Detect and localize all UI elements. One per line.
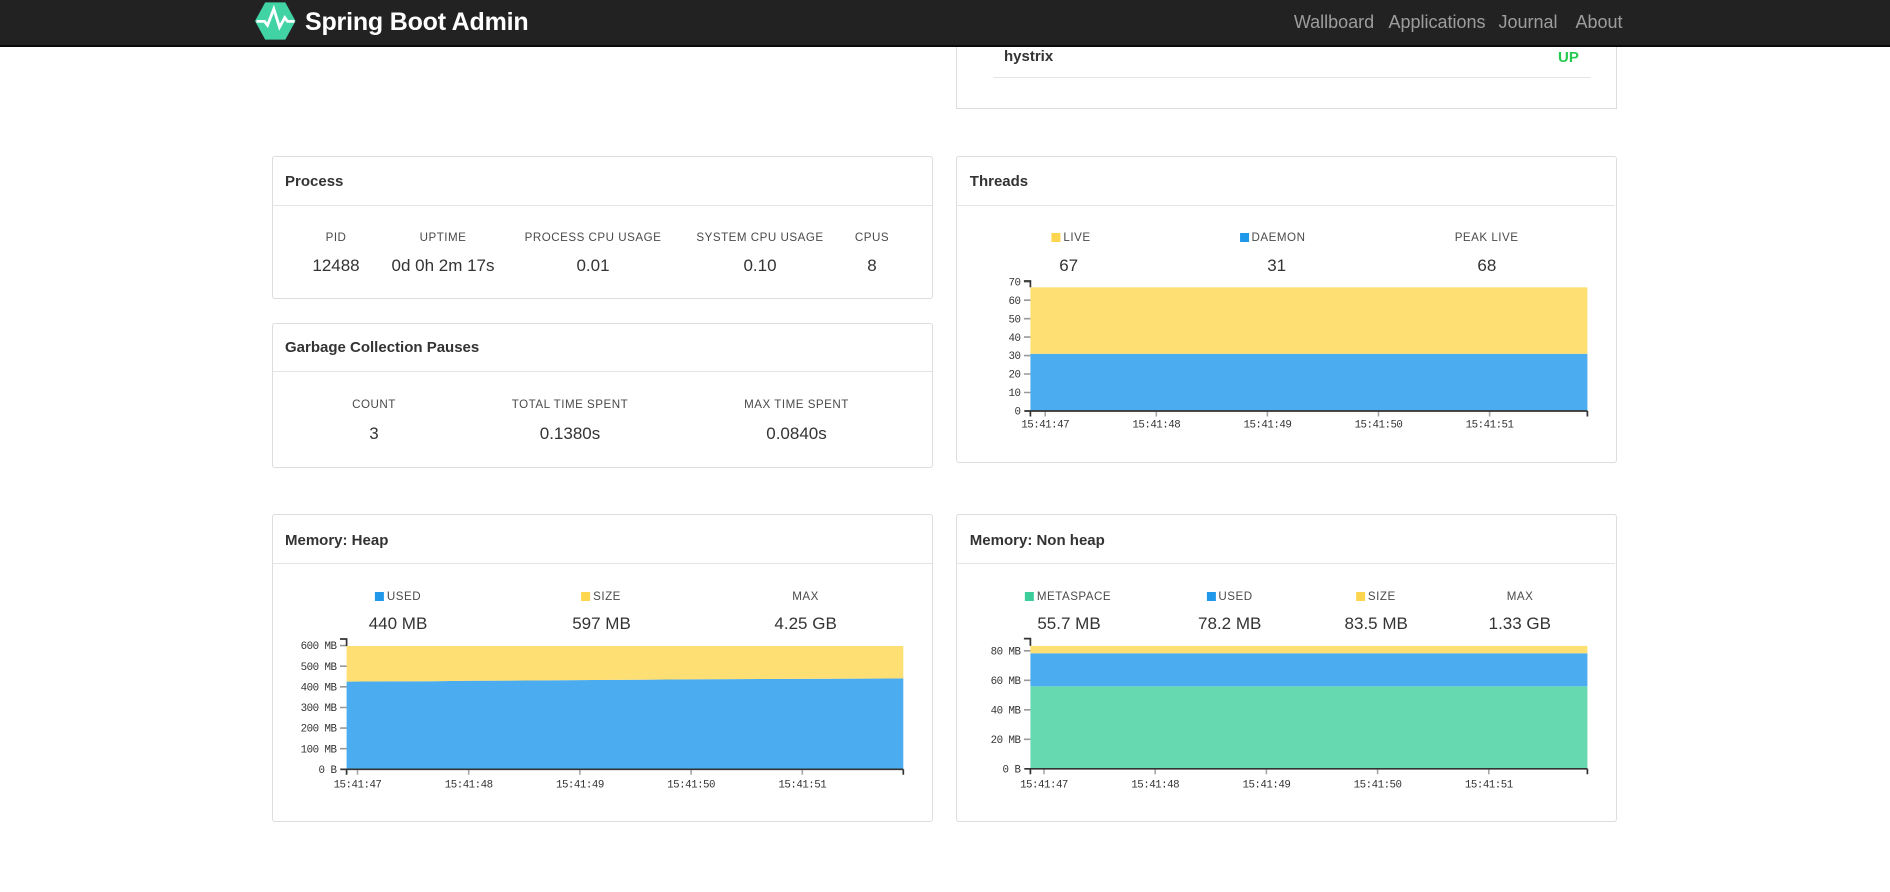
svg-text:80 MB: 80 MB: [991, 646, 1022, 658]
svg-text:60 MB: 60 MB: [991, 676, 1022, 688]
svg-text:15:41:49: 15:41:49: [1243, 420, 1291, 432]
svg-text:15:41:47: 15:41:47: [334, 780, 382, 792]
svg-text:60: 60: [1009, 296, 1021, 308]
svg-text:20: 20: [1009, 370, 1021, 382]
svg-text:10: 10: [1009, 388, 1021, 400]
svg-text:40: 40: [1009, 333, 1021, 345]
svg-text:600 MB: 600 MB: [301, 641, 338, 653]
svg-text:15:41:51: 15:41:51: [1466, 420, 1514, 432]
svg-text:0: 0: [1015, 407, 1021, 419]
svg-text:15:41:49: 15:41:49: [1242, 780, 1290, 792]
svg-text:15:41:50: 15:41:50: [1355, 420, 1403, 432]
svg-text:40 MB: 40 MB: [991, 705, 1022, 717]
svg-text:400 MB: 400 MB: [301, 682, 338, 694]
svg-text:50: 50: [1009, 314, 1021, 326]
svg-text:300 MB: 300 MB: [301, 703, 338, 715]
svg-text:15:41:51: 15:41:51: [1465, 780, 1513, 792]
svg-text:0 B: 0 B: [1003, 764, 1022, 776]
svg-text:15:41:48: 15:41:48: [1131, 780, 1179, 792]
svg-text:15:41:48: 15:41:48: [1132, 420, 1180, 432]
svg-text:30: 30: [1009, 351, 1021, 363]
svg-text:15:41:50: 15:41:50: [1354, 780, 1402, 792]
svg-text:15:41:49: 15:41:49: [556, 780, 604, 792]
svg-text:100 MB: 100 MB: [301, 744, 338, 756]
svg-text:15:41:48: 15:41:48: [445, 780, 493, 792]
svg-text:15:41:50: 15:41:50: [667, 780, 715, 792]
svg-text:200 MB: 200 MB: [301, 724, 338, 736]
svg-text:15:41:47: 15:41:47: [1020, 780, 1068, 792]
svg-text:70: 70: [1009, 277, 1021, 289]
svg-text:0 B: 0 B: [319, 765, 338, 777]
svg-text:15:41:47: 15:41:47: [1021, 420, 1069, 432]
svg-text:15:41:51: 15:41:51: [778, 780, 826, 792]
svg-text:20 MB: 20 MB: [991, 735, 1022, 747]
svg-text:500 MB: 500 MB: [301, 662, 338, 674]
